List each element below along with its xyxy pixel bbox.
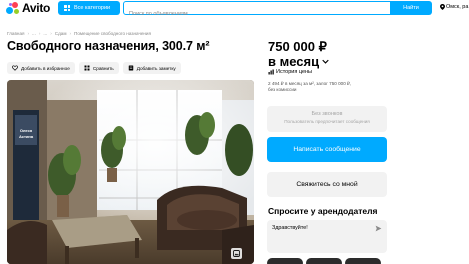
all-categories-button[interactable]: Все категории: [58, 1, 120, 15]
breadcrumb: Главная › ... › ... › Сдам › Помещение с…: [7, 31, 151, 36]
price-period-selector[interactable]: в месяц: [268, 54, 329, 69]
compare-icon: [84, 65, 90, 71]
compare-button[interactable]: Сравнить: [78, 62, 119, 74]
note-icon: [128, 65, 133, 71]
quick-question-chip[interactable]: [345, 258, 381, 264]
add-to-favorites-label: Добавить в избранное: [21, 65, 70, 71]
search-field[interactable]: [123, 1, 391, 20]
breadcrumb-category[interactable]: Помещение свободного назначения: [74, 31, 151, 36]
add-note-button[interactable]: Добавить заметку: [122, 62, 181, 74]
heart-icon: [12, 65, 18, 71]
no-calls-title: Без звонков: [311, 111, 343, 117]
ask-seller-title: Спросите у арендодателя: [268, 206, 378, 216]
price-history-label: История цены: [276, 69, 312, 75]
price-details-line-2: без комиссии: [268, 87, 297, 92]
breadcrumb-separator: ›: [50, 31, 52, 36]
all-categories-label: Все категории: [74, 5, 111, 11]
price-period-label: в месяц: [268, 54, 320, 69]
send-icon[interactable]: [375, 225, 382, 232]
avito-logo[interactable]: Avito: [6, 1, 50, 15]
breadcrumb-item[interactable]: ...: [32, 31, 36, 36]
quick-questions: [267, 258, 381, 264]
price-amount: 750 000 ₽: [268, 39, 327, 54]
location-label: Омск, ра: [446, 4, 469, 10]
chevron-down-icon: [322, 59, 329, 64]
grid-icon: [64, 5, 70, 11]
write-message-button[interactable]: Написать сообщение: [267, 137, 387, 162]
breadcrumb-separator: ›: [27, 31, 30, 36]
price-details: 2 494 ₽ в месяц за м², залог 750 000 ₽, …: [268, 81, 388, 93]
image-icon: [233, 250, 240, 257]
add-note-label: Добавить заметку: [136, 65, 176, 71]
breadcrumb-separator: ›: [38, 31, 41, 36]
add-to-favorites-button[interactable]: Добавить в избранное: [7, 62, 75, 74]
breadcrumb-item[interactable]: ...: [43, 31, 47, 36]
listing-actions: Добавить в избранное Сравнить Добавить з…: [7, 62, 181, 74]
office-interior-photo: Олеся Астина: [7, 80, 254, 264]
quick-question-chip[interactable]: [306, 258, 342, 264]
contact-me-button[interactable]: Свяжитесь со мной: [267, 172, 387, 197]
banner-line-2: Астина: [19, 134, 34, 139]
listing-photo[interactable]: Олеся Астина: [7, 80, 254, 264]
breadcrumb-home[interactable]: Главная: [7, 31, 24, 36]
search-button[interactable]: Найти: [390, 1, 432, 15]
logo-text: Avito: [22, 1, 51, 15]
ask-message-input[interactable]: Здравствуйте!: [267, 220, 387, 253]
page-title: Свободного назначения, 300.7 м²: [7, 39, 210, 53]
price-history-link[interactable]: История цены: [268, 69, 312, 75]
photo-gallery-icon[interactable]: [231, 248, 242, 259]
location-selector[interactable]: Омск, ра: [440, 4, 468, 10]
breadcrumb-separator: ›: [69, 31, 72, 36]
breadcrumb-rent[interactable]: Сдам: [55, 31, 67, 36]
logo-dots-icon: [6, 1, 20, 15]
no-calls-notice: Без звонков Пользователь предпочитает со…: [267, 106, 387, 132]
ask-seller-box: Здравствуйте!: [267, 220, 387, 253]
search-input[interactable]: [124, 8, 390, 20]
quick-question-chip[interactable]: [267, 258, 303, 264]
compare-label: Сравнить: [92, 65, 114, 71]
top-header: Avito Все категории Найти Омск, ра: [0, 0, 469, 20]
no-calls-subtitle: Пользователь предпочитает сообщения: [284, 119, 370, 124]
location-pin-icon: [440, 4, 445, 10]
chart-icon: [268, 69, 274, 75]
banner-line-1: Олеся: [20, 128, 33, 133]
